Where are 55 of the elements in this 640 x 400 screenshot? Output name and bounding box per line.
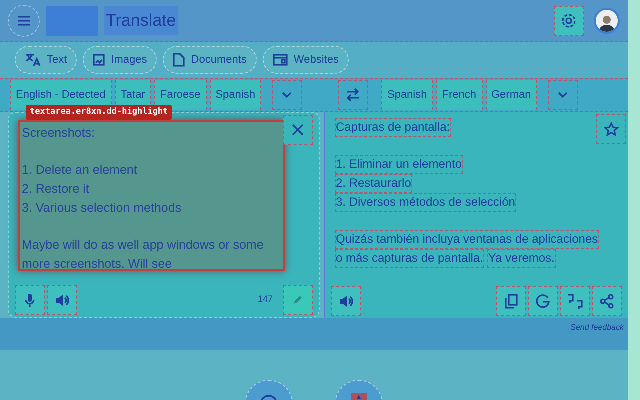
copy-button[interactable]	[496, 286, 526, 316]
chevron-down-icon	[557, 91, 570, 99]
translation-text: 1. Eliminar un elemento	[335, 155, 464, 174]
settings-icon	[561, 12, 577, 28]
source-text-field[interactable]: Screenshots: 1. Delete an element 2. Restore it 3. Various selection methods Maybe will do as well app windows or some more screenshots. Will see	[18, 120, 285, 271]
menu-icon	[17, 14, 31, 26]
language-tab[interactable]: French	[436, 80, 482, 110]
share-button[interactable]	[592, 286, 622, 316]
language-tab[interactable]: Spanish	[210, 80, 262, 110]
avatar[interactable]	[594, 8, 620, 34]
language-tab[interactable]: German	[486, 80, 538, 110]
mode-tab[interactable]: Websites	[262, 46, 349, 74]
microphone-button[interactable]	[15, 285, 45, 315]
listen-button[interactable]	[331, 286, 361, 316]
browser-window-icon	[272, 54, 288, 66]
language-dropdown-button[interactable]	[272, 80, 302, 110]
microphone-icon	[25, 292, 35, 308]
translation-text: 3. Diversos métodos de selección	[335, 192, 516, 212]
translation-text: Ya veremos.	[487, 248, 556, 268]
swap-languages-button[interactable]	[338, 80, 368, 110]
edit-button[interactable]	[283, 285, 313, 315]
translate-icon	[25, 53, 41, 67]
image-icon	[93, 54, 106, 66]
element-highlight-tooltip: textarea.er8xn.dd-highlight	[26, 105, 172, 120]
pencil-icon	[292, 294, 304, 306]
menu-button[interactable]	[8, 4, 40, 36]
save-translation-button[interactable]	[596, 114, 626, 144]
clear-button[interactable]	[283, 115, 313, 145]
swap-arrows-icon	[345, 88, 362, 102]
quote-icon	[566, 293, 584, 309]
logo-placeholder	[46, 6, 98, 36]
g-button[interactable]	[528, 286, 558, 316]
close-icon	[292, 124, 304, 136]
translation-text: Quizás también incluya ventanas de aplicaciones	[335, 230, 600, 249]
rate-translation-button[interactable]	[560, 286, 590, 316]
share-icon	[600, 294, 614, 308]
speaker-icon	[338, 294, 354, 308]
translation-text: o más capturas de pantalla.	[335, 248, 484, 268]
chevron-down-icon	[281, 91, 294, 99]
app-title: Translate	[104, 6, 178, 36]
g-letter-icon	[535, 293, 551, 309]
speaker-icon	[54, 294, 70, 306]
translation-text: 2. Restaurarlo	[335, 174, 412, 193]
mode-tab[interactable]: Documents	[163, 46, 257, 74]
document-icon	[173, 53, 186, 67]
language-dropdown-button[interactable]	[548, 80, 578, 110]
feedback-link[interactable]: Send feedback	[570, 322, 624, 334]
settings-button[interactable]	[554, 6, 584, 36]
language-tab[interactable]: Spanish	[381, 80, 434, 110]
copy-icon	[504, 294, 518, 308]
mode-tab[interactable]: Text	[15, 46, 78, 74]
mode-tab[interactable]: Images	[83, 46, 158, 74]
character-count: 147	[258, 293, 273, 306]
translation-text: Capturas de pantalla:	[335, 118, 452, 137]
listen-button[interactable]	[47, 285, 77, 315]
